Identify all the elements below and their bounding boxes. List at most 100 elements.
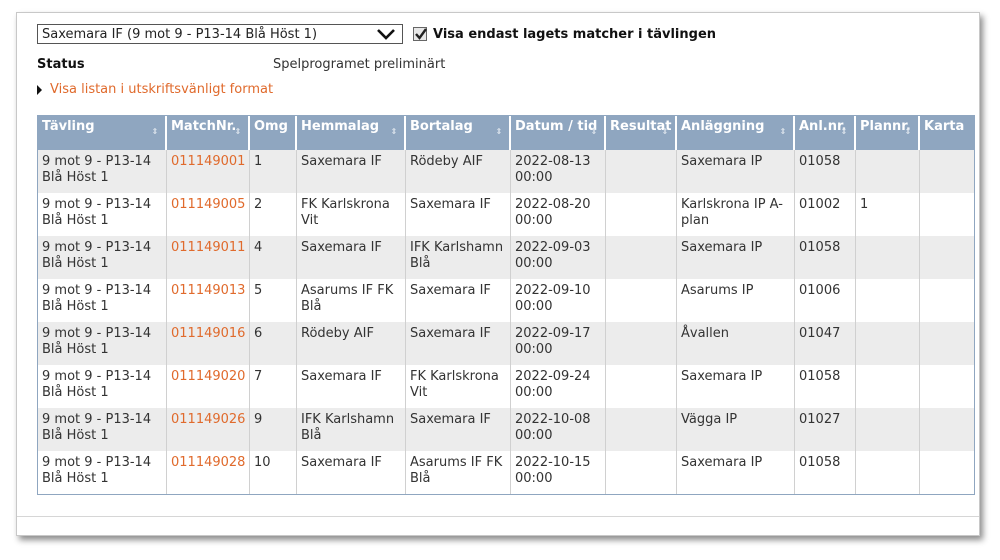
table-row: 9 mot 9 - P13-14 Blå Höst 1 011149005 2 FK … bbox=[38, 193, 974, 236]
cell-anlaggning: Vägga IP bbox=[677, 408, 795, 451]
match-number-link[interactable]: 011149011 bbox=[171, 240, 245, 255]
only-team-matches-checkbox[interactable] bbox=[413, 27, 427, 41]
sort-icon: ⇕ bbox=[390, 127, 398, 136]
column-header-plannr[interactable]: Plannr. ⇕ bbox=[856, 116, 920, 150]
cell-anlnr: 01058 bbox=[795, 365, 856, 408]
cell-resultat bbox=[606, 451, 677, 494]
cell-tavling: 9 mot 9 - P13-14 Blå Höst 1 bbox=[38, 365, 167, 408]
cell-datum: 2022-10-15 00:00 bbox=[511, 451, 606, 494]
cell-tavling: 9 mot 9 - P13-14 Blå Höst 1 bbox=[38, 193, 167, 236]
cell-plannr bbox=[856, 279, 920, 322]
column-header-karta[interactable]: Karta bbox=[920, 116, 974, 150]
match-number-link[interactable]: 011149001 bbox=[171, 154, 245, 169]
cell-matchnr: 011149028 bbox=[167, 451, 250, 494]
cell-anlaggning: Karlskrona IP A-plan bbox=[677, 193, 795, 236]
print-link-row: Visa listan i utskriftsvänligt format bbox=[37, 82, 273, 97]
cell-anlaggning: Saxemara IP bbox=[677, 236, 795, 279]
cell-hemmalag: IFK Karlshamn Blå bbox=[297, 408, 406, 451]
cell-tavling: 9 mot 9 - P13-14 Blå Höst 1 bbox=[38, 451, 167, 494]
table-body: 9 mot 9 - P13-14 Blå Höst 1 011149001 1 Sax… bbox=[38, 150, 974, 494]
column-header-label: Tävling bbox=[42, 119, 95, 134]
cell-resultat bbox=[606, 365, 677, 408]
column-header-label: MatchNr. bbox=[171, 119, 237, 134]
cell-anlnr: 01006 bbox=[795, 279, 856, 322]
cell-omg: 6 bbox=[250, 322, 297, 365]
cell-plannr bbox=[856, 236, 920, 279]
sort-icon: ⇕ bbox=[904, 127, 912, 136]
match-number-link[interactable]: 011149016 bbox=[171, 326, 245, 341]
cell-resultat bbox=[606, 150, 677, 193]
cell-plannr bbox=[856, 408, 920, 451]
cell-matchnr: 011149016 bbox=[167, 322, 250, 365]
cell-hemmalag: Saxemara IF bbox=[297, 365, 406, 408]
cell-bortalag: Saxemara IF bbox=[406, 279, 511, 322]
print-friendly-link[interactable]: Visa listan i utskriftsvänligt format bbox=[50, 82, 273, 97]
column-header-resultat[interactable]: Resultat ⇕ bbox=[606, 116, 677, 150]
cell-datum: 2022-09-17 00:00 bbox=[511, 322, 606, 365]
checkmark-icon bbox=[415, 28, 427, 40]
column-header-tavling[interactable]: Tävling ⇕ bbox=[38, 116, 167, 150]
cell-anlaggning: Asarums IP bbox=[677, 279, 795, 322]
cell-bortalag: Asarums IF FK Blå bbox=[406, 451, 511, 494]
column-header-label: Hemmalag bbox=[301, 119, 380, 134]
match-number-link[interactable]: 011149028 bbox=[171, 455, 245, 470]
column-header-bortalag[interactable]: Bortalag ⇕ bbox=[406, 116, 511, 150]
team-select[interactable]: Saxemara IF (9 mot 9 - P13-14 Blå Höst 1… bbox=[37, 24, 403, 44]
cell-datum: 2022-08-20 00:00 bbox=[511, 193, 606, 236]
column-header-anlnr[interactable]: Anl.nr. ⇕ bbox=[795, 116, 856, 150]
column-header-datum[interactable]: Datum / tid ⇕ bbox=[511, 116, 606, 150]
cell-karta bbox=[920, 279, 974, 322]
panel: Saxemara IF (9 mot 9 - P13-14 Blå Höst 1… bbox=[16, 12, 980, 536]
column-header-label: Karta bbox=[924, 119, 965, 134]
table-row: 9 mot 9 - P13-14 Blå Höst 1 011149028 10 Sa… bbox=[38, 451, 974, 494]
sort-icon: ⇕ bbox=[590, 127, 598, 136]
cell-omg: 5 bbox=[250, 279, 297, 322]
cell-tavling: 9 mot 9 - P13-14 Blå Höst 1 bbox=[38, 279, 167, 322]
cell-datum: 2022-08-13 00:00 bbox=[511, 150, 606, 193]
column-header-hemmalag[interactable]: Hemmalag ⇕ bbox=[297, 116, 406, 150]
divider bbox=[17, 516, 979, 517]
only-team-matches-toggle[interactable]: Visa endast lagets matcher i tävlingen bbox=[413, 27, 716, 42]
cell-plannr bbox=[856, 365, 920, 408]
cell-omg: 4 bbox=[250, 236, 297, 279]
cell-anlnr: 01027 bbox=[795, 408, 856, 451]
cell-omg: 7 bbox=[250, 365, 297, 408]
cell-anlaggning: Saxemara IP bbox=[677, 451, 795, 494]
cell-anlaggning: Saxemara IP bbox=[677, 150, 795, 193]
cell-hemmalag: Saxemara IF bbox=[297, 236, 406, 279]
status-value: Spelprogramet preliminärt bbox=[273, 57, 446, 72]
match-number-link[interactable]: 011149020 bbox=[171, 369, 245, 384]
match-number-link[interactable]: 011149026 bbox=[171, 412, 245, 427]
table-row: 9 mot 9 - P13-14 Blå Höst 1 011149026 9 IFK… bbox=[38, 408, 974, 451]
cell-anlnr: 01058 bbox=[795, 150, 856, 193]
cell-plannr bbox=[856, 451, 920, 494]
cell-tavling: 9 mot 9 - P13-14 Blå Höst 1 bbox=[38, 150, 167, 193]
cell-karta bbox=[920, 150, 974, 193]
cell-resultat bbox=[606, 279, 677, 322]
column-header-label: Anläggning bbox=[681, 119, 765, 134]
cell-bortalag: FK Karlskrona Vit bbox=[406, 365, 511, 408]
table-row: 9 mot 9 - P13-14 Blå Höst 1 011149013 5 Asa… bbox=[38, 279, 974, 322]
column-header-anlaggning[interactable]: Anläggning ⇕ bbox=[677, 116, 795, 150]
cell-omg: 1 bbox=[250, 150, 297, 193]
column-header-matchnr[interactable]: MatchNr. ⇕ bbox=[167, 116, 250, 150]
match-number-link[interactable]: 011149005 bbox=[171, 197, 245, 212]
table-row: 9 mot 9 - P13-14 Blå Höst 1 011149020 7 Sax… bbox=[38, 365, 974, 408]
match-number-link[interactable]: 011149013 bbox=[171, 283, 245, 298]
status-label: Status bbox=[37, 57, 85, 72]
cell-omg: 9 bbox=[250, 408, 297, 451]
column-header-label: Omg bbox=[254, 119, 288, 134]
cell-datum: 2022-10-08 00:00 bbox=[511, 408, 606, 451]
cell-omg: 10 bbox=[250, 451, 297, 494]
sort-icon: ⇕ bbox=[779, 127, 787, 136]
cell-anlnr: 01058 bbox=[795, 236, 856, 279]
cell-tavling: 9 mot 9 - P13-14 Blå Höst 1 bbox=[38, 236, 167, 279]
column-header-omg[interactable]: Omg bbox=[250, 116, 297, 150]
cell-bortalag: Saxemara IF bbox=[406, 408, 511, 451]
cell-resultat bbox=[606, 322, 677, 365]
table-row: 9 mot 9 - P13-14 Blå Höst 1 011149011 4 Sax… bbox=[38, 236, 974, 279]
cell-resultat bbox=[606, 236, 677, 279]
triangle-right-icon bbox=[37, 84, 42, 95]
cell-anlnr: 01047 bbox=[795, 322, 856, 365]
cell-matchnr: 011149020 bbox=[167, 365, 250, 408]
